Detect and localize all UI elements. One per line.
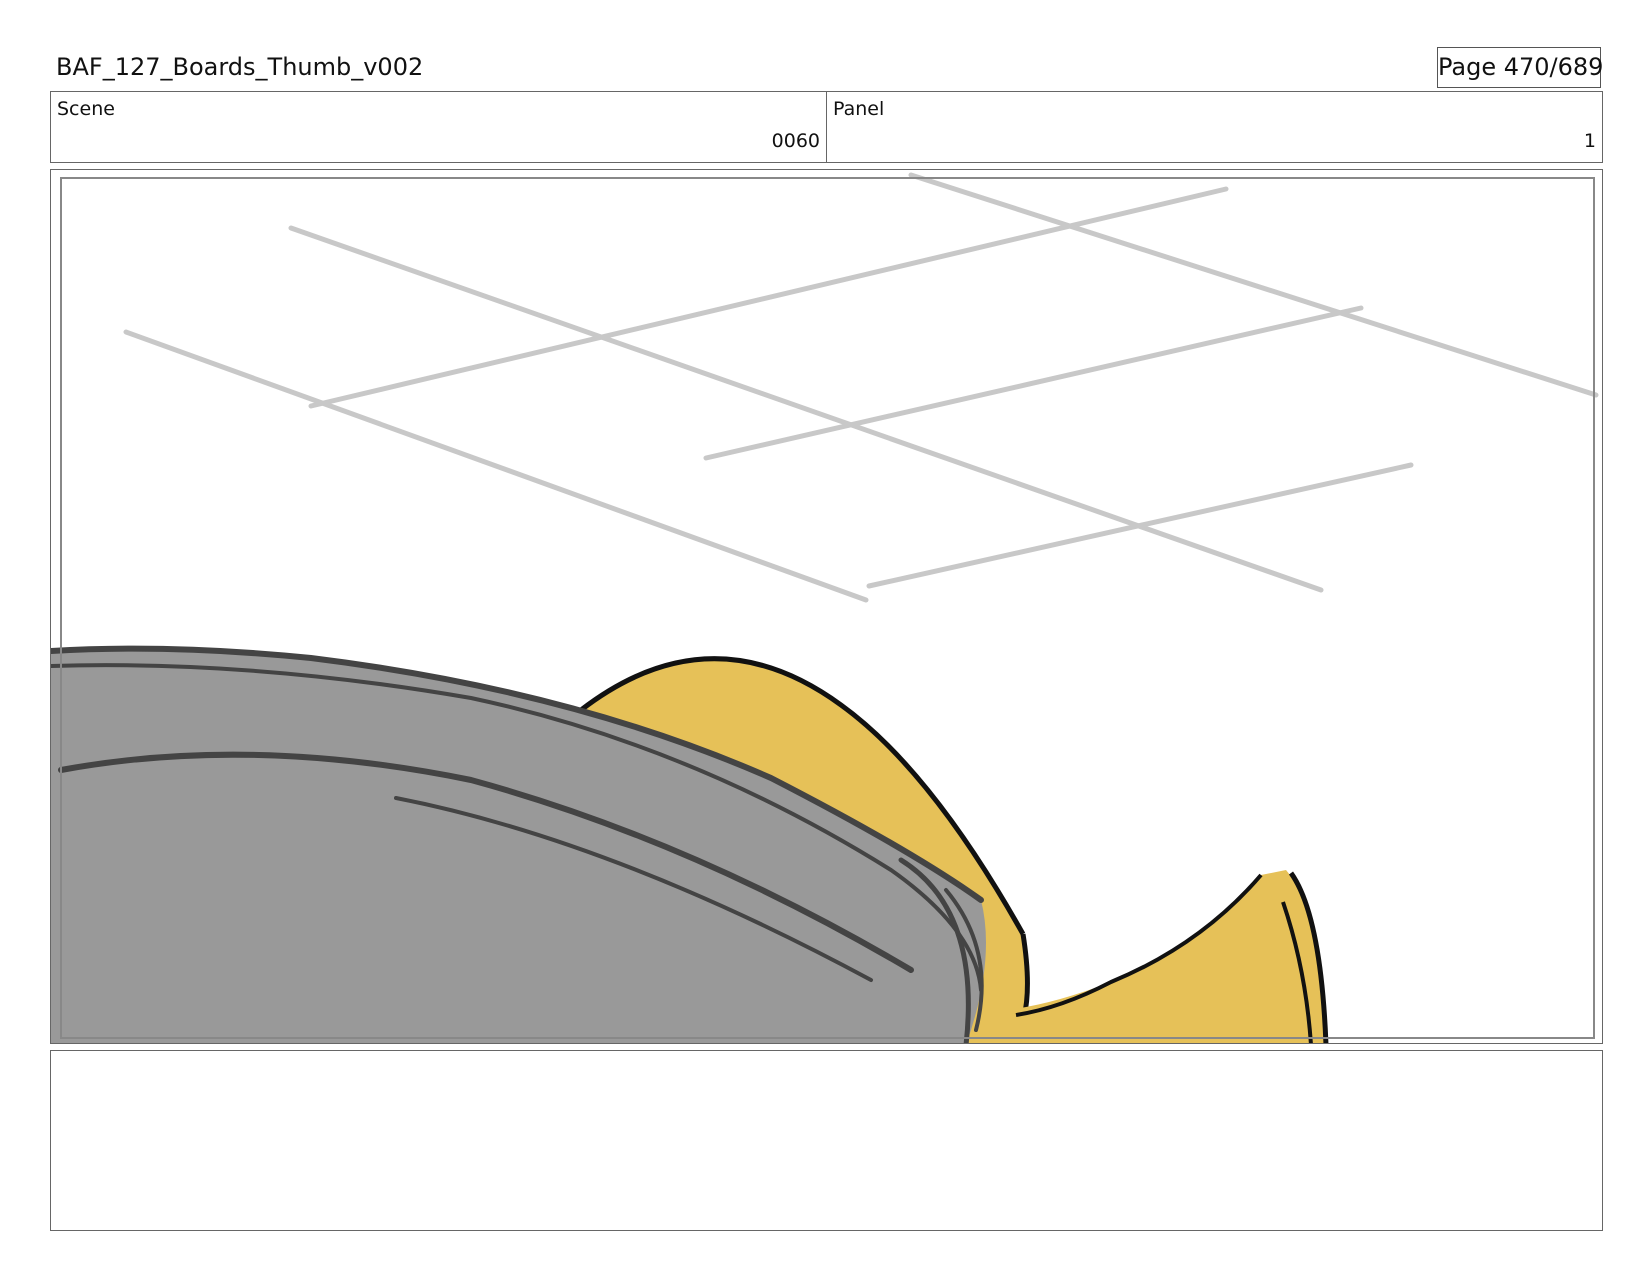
ceiling-grid-lines bbox=[123, 172, 1599, 603]
page-number: Page 470/689 bbox=[1437, 47, 1603, 88]
panel-notes-box[interactable] bbox=[50, 1050, 1603, 1231]
ceiling-line bbox=[288, 225, 1324, 593]
scene-panel-info: Scene 0060 Panel 1 bbox=[50, 91, 1603, 163]
ceiling-line bbox=[123, 329, 869, 603]
storyboard-drawing bbox=[51, 172, 1599, 1043]
storyboard-panel bbox=[50, 169, 1603, 1044]
ceiling-line bbox=[703, 305, 1364, 461]
scene-number: 0060 bbox=[771, 130, 820, 152]
ceiling-line bbox=[908, 172, 1599, 398]
ceiling-line bbox=[866, 462, 1414, 589]
panel-cell: Panel 1 bbox=[826, 92, 1602, 162]
document-title: BAF_127_Boards_Thumb_v002 bbox=[56, 53, 424, 81]
ceiling-line bbox=[308, 186, 1229, 409]
panel-label: Panel bbox=[833, 98, 885, 120]
scene-label: Scene bbox=[57, 98, 115, 120]
panel-number: 1 bbox=[1583, 130, 1596, 152]
yellow-hand-shape bbox=[1006, 870, 1326, 1043]
scene-cell: Scene 0060 bbox=[51, 92, 826, 162]
